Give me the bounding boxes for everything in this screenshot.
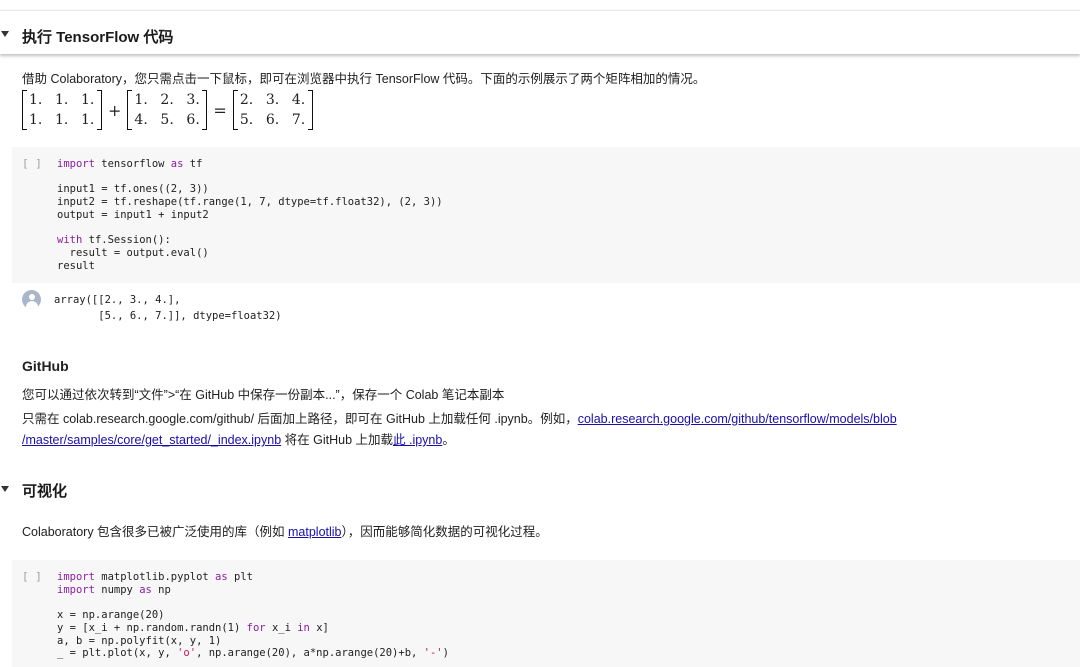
visualization-intro-text: Colaboratory 包含很多已被广泛使用的库（例如 (22, 525, 289, 539)
github-line-2-text: 只需在 colab.research.google.com/github/ 后面… (22, 412, 578, 426)
equals-sign: = (213, 100, 227, 120)
github-heading: GitHub (22, 358, 69, 374)
matrix-b: 1. 2. 3. 4. 5. 6. (127, 90, 208, 130)
matrix-cell: 3. (186, 92, 200, 108)
matrix-cell: 4. (134, 112, 148, 128)
github-line-3: /master/samples/core/get_started/_index.… (22, 429, 455, 448)
github-line-3-text: 将在 GitHub 上加载 (281, 433, 393, 447)
section-intro: 借助 Colaboratory，您只需点击一下鼠标，即可在浏览器中执行 Tens… (22, 72, 706, 86)
run-cell-button[interactable]: [ ] (22, 157, 42, 170)
matrix-cell: 5. (239, 112, 254, 128)
code-editor[interactable]: import matplotlib.pyplot as plt import n… (57, 571, 449, 660)
matrix-cell: 6. (186, 112, 200, 128)
matrix-cell: 1. (55, 92, 69, 108)
plus-sign: + (108, 100, 122, 120)
matplotlib-link[interactable]: matplotlib (288, 525, 342, 539)
github-example-link-cont[interactable]: /master/samples/core/get_started/_index.… (22, 433, 281, 447)
output-line: [5., 6., 7.]], dtype=float32) (54, 310, 282, 322)
github-line-3-end: 。 (442, 433, 455, 447)
section-title-visualization: 可视化 (22, 483, 68, 500)
matrix-cell: 2. (160, 92, 174, 108)
visualization-intro-end: ），因而能够简化数据的可视化过程。 (341, 525, 548, 539)
matrix-cell: 6. (265, 112, 280, 128)
section-header-tensorflow: 执行 TensorFlow 代码 (0, 10, 1080, 54)
collapse-arrow-icon[interactable] (1, 486, 9, 492)
github-line-2: 只需在 colab.research.google.com/github/ 后面… (22, 408, 897, 427)
code-editor[interactable]: import tensorflow as tf input1 = tf.ones… (57, 158, 443, 272)
collapse-arrow-icon[interactable] (1, 31, 9, 37)
run-cell-button[interactable]: [ ] (22, 570, 42, 583)
github-example-link[interactable]: colab.research.google.com/github/tensorf… (578, 412, 897, 426)
matrix-cell: 1. (29, 112, 43, 128)
code-cell-tensorflow[interactable]: [ ] import tensorflow as tf input1 = tf.… (12, 147, 1080, 283)
matrix-cell: 1. (81, 112, 95, 128)
matrix-cell: 3. (265, 92, 280, 108)
matrix-cell: 7. (291, 112, 306, 128)
section-title: 执行 TensorFlow 代码 (22, 29, 174, 46)
matrix-c: 2. 3. 4. 5. 6. 7. (232, 90, 313, 130)
output-line: array([[2., 3., 4.], (54, 294, 181, 306)
matrix-cell: 1. (55, 112, 69, 128)
matrix-a: 1. 1. 1. 1. 1. 1. (22, 90, 102, 130)
cell-output: array([[2., 3., 4.], [5., 6., 7.]], dtyp… (54, 292, 282, 324)
visualization-intro: Colaboratory 包含很多已被广泛使用的库（例如 matplotlib）… (22, 521, 548, 540)
ipynb-link[interactable]: 此 .ipynb (393, 433, 442, 447)
code-cell-matplotlib[interactable]: [ ] import matplotlib.pyplot as plt impo… (12, 560, 1080, 667)
output-avatar-icon[interactable] (22, 290, 41, 309)
matrix-cell: 1. (29, 92, 43, 108)
matrix-cell: 2. (239, 92, 254, 108)
matrix-cell: 5. (160, 112, 174, 128)
matrix-cell: 4. (291, 92, 306, 108)
matrix-cell: 1. (134, 92, 148, 108)
matrix-cell: 1. (81, 92, 95, 108)
matrix-equation: 1. 1. 1. 1. 1. 1. + 1. 2. 3. 4. 5. 6. = 2. 3. 4. 5… (22, 88, 313, 132)
github-line-1: 您可以通过依次转到“文件”>“在 GitHub 中保存一份副本...”，保存一个… (22, 388, 505, 402)
